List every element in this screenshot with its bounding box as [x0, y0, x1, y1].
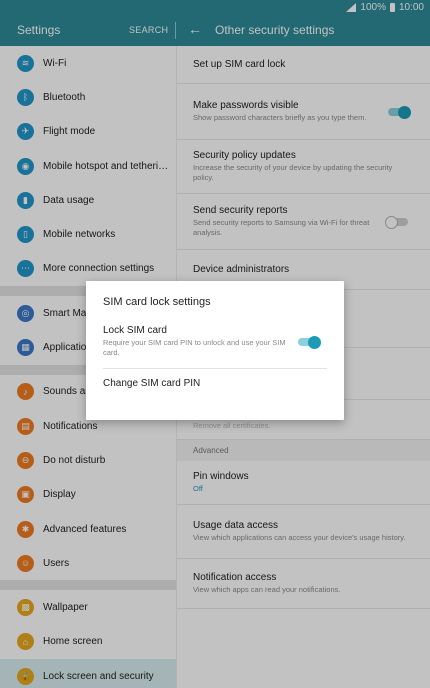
lock-sim-card-description: Require your SIM card PIN to unlock and … — [103, 338, 286, 357]
lock-sim-card-toggle[interactable] — [298, 335, 321, 349]
lock-sim-card-label: Lock SIM card — [103, 325, 167, 336]
toggle-knob — [308, 335, 321, 349]
dialog-title: SIM card lock settings — [103, 296, 211, 308]
lock-sim-card-option[interactable]: Lock SIM card Require your SIM card PIN … — [103, 325, 327, 358]
sim-card-lock-dialog: SIM card lock settings Lock SIM card Req… — [86, 281, 344, 420]
change-sim-pin-option[interactable]: Change SIM card PIN — [103, 378, 200, 389]
divider — [103, 368, 327, 369]
